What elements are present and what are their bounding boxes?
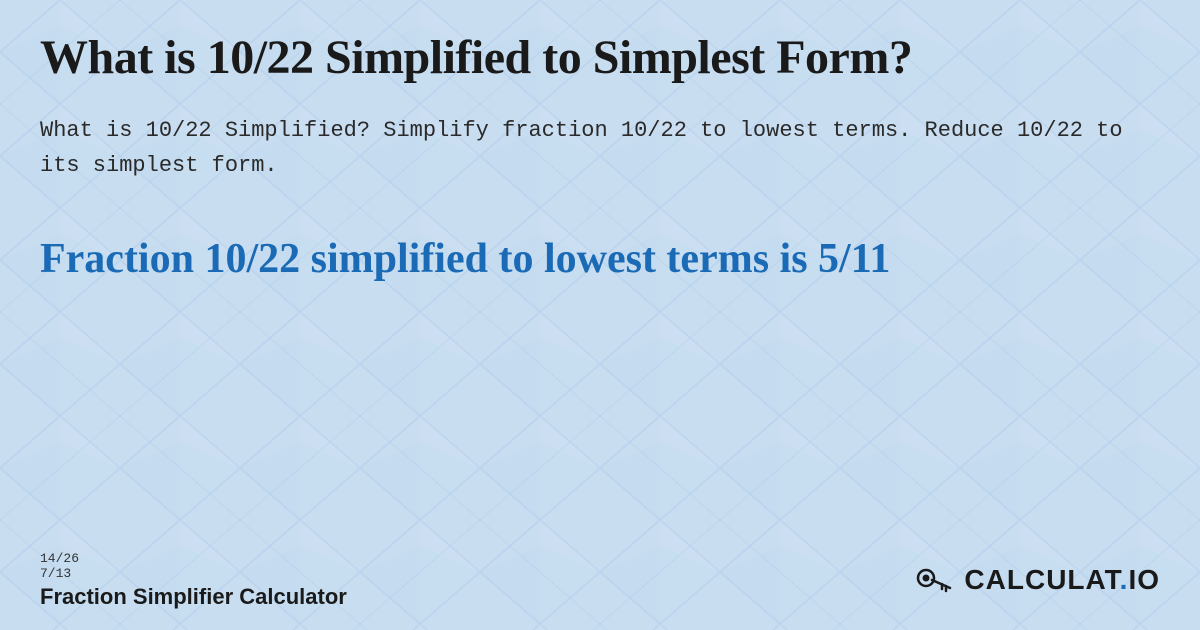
footer-brand-label: Fraction Simplifier Calculator <box>40 584 347 610</box>
key-icon <box>912 560 952 600</box>
logo-text: CALCULAT.IO <box>964 564 1160 596</box>
footer-fractions: 14/26 7/13 <box>40 551 79 582</box>
page-description: What is 10/22 Simplified? Simplify fract… <box>40 113 1160 183</box>
footer-brand: Fraction Simplifier Calculator <box>40 584 347 610</box>
result-heading: Fraction 10/22 simplified to lowest term… <box>40 234 1160 284</box>
page-title: What is 10/22 Simplified to Simplest For… <box>40 30 1160 85</box>
footer-logo: CALCULAT.IO <box>912 560 1160 600</box>
footer-left: 14/26 7/13 Fraction Simplifier Calculato… <box>40 551 347 610</box>
footer-fraction1: 14/26 <box>40 551 79 566</box>
footer-fraction2: 7/13 <box>40 566 71 581</box>
footer: 14/26 7/13 Fraction Simplifier Calculato… <box>40 541 1160 610</box>
